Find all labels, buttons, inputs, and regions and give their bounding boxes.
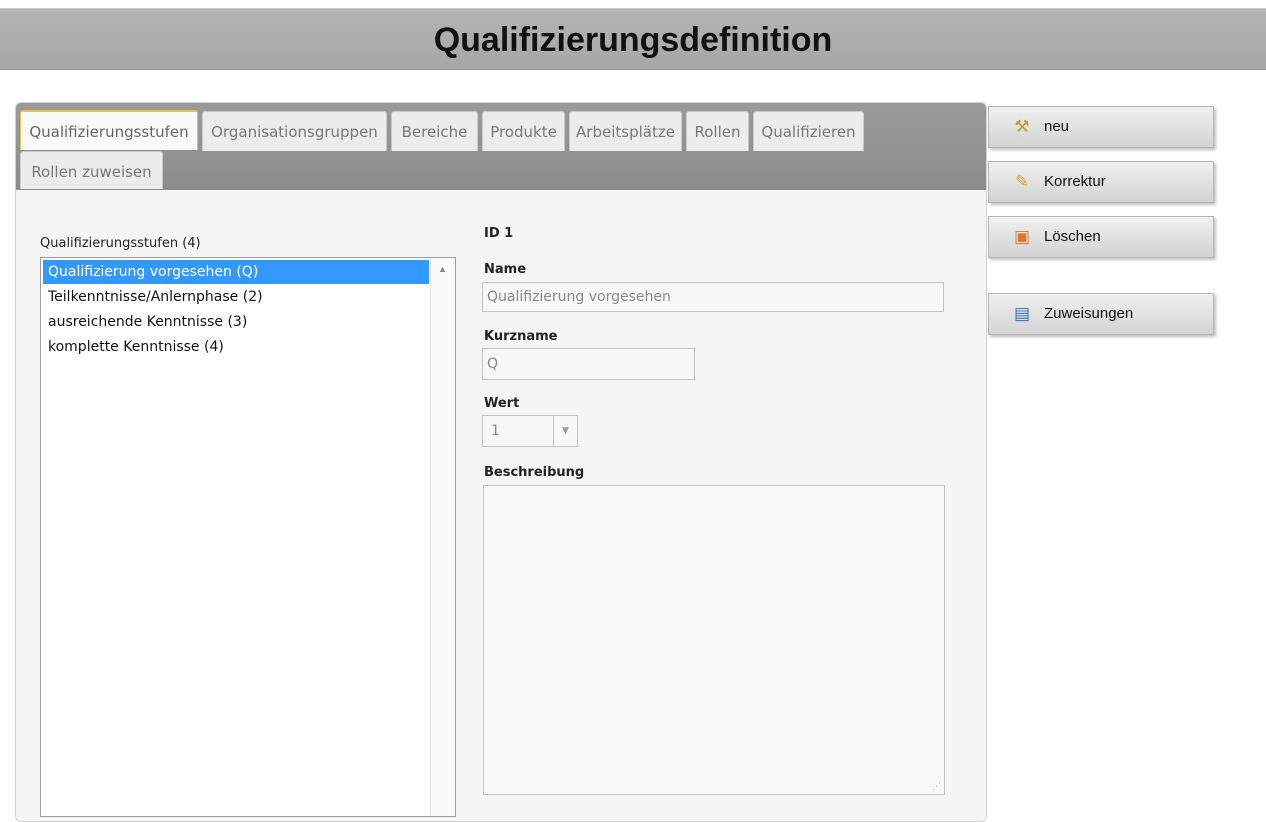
name-label: Name xyxy=(484,262,527,277)
wert-label: Wert xyxy=(484,396,520,411)
name-field[interactable]: Qualifizierung vorgesehen xyxy=(482,282,944,312)
id-label: ID 1 xyxy=(484,226,514,241)
loeschen-button[interactable]: ▣ Löschen xyxy=(988,216,1214,258)
korrektur-button[interactable]: ✎ Korrektur xyxy=(988,161,1214,203)
kurzname-label: Kurzname xyxy=(484,329,558,344)
list-item[interactable]: komplette Kenntnisse (4) xyxy=(43,335,429,359)
korrektur-button-label: Korrektur xyxy=(1044,173,1106,190)
beschreibung-textarea[interactable]: ⋰ xyxy=(483,485,945,795)
book-icon: ▤ xyxy=(1013,304,1031,323)
qualification-level-list[interactable]: Qualifizierung vorgesehen (Q) Teilkenntn… xyxy=(40,257,456,817)
tab-rollen-zuweisen[interactable]: Rollen zuweisen xyxy=(20,151,163,189)
list-item[interactable]: ausreichende Kenntnisse (3) xyxy=(43,310,429,334)
page-title: Qualifizierungsdefinition xyxy=(433,21,833,59)
wert-value: 1 xyxy=(491,423,500,439)
tab-produkte[interactable]: Produkte xyxy=(482,111,565,151)
beschreibung-label: Beschreibung xyxy=(484,465,585,480)
resize-grip-icon[interactable]: ⋰ xyxy=(932,782,941,792)
tab-strip: Qualifizierungsstufen Organisationsgrupp… xyxy=(16,103,986,190)
list-scrollbar[interactable]: ▲ xyxy=(430,258,455,816)
wert-select[interactable]: 1 ▼ xyxy=(482,415,578,447)
magic-wand-icon: ⚒ xyxy=(1014,117,1030,136)
chevron-down-icon[interactable]: ▼ xyxy=(553,416,577,446)
tab-rollen[interactable]: Rollen xyxy=(686,111,749,151)
list-label: Qualifizierungsstufen (4) xyxy=(40,236,201,251)
trash-icon: ▣ xyxy=(1013,227,1031,246)
zuweisungen-button[interactable]: ▤ Zuweisungen xyxy=(988,293,1214,335)
zuweisungen-button-label: Zuweisungen xyxy=(1044,305,1134,322)
neu-button-label: neu xyxy=(1044,118,1070,135)
pencil-icon: ✎ xyxy=(1014,172,1030,191)
loeschen-button-label: Löschen xyxy=(1044,228,1101,245)
tab-qualifizieren[interactable]: Qualifizieren xyxy=(753,111,864,151)
tab-organisationsgruppen[interactable]: Organisationsgruppen xyxy=(202,111,387,151)
tab-qualifizierungsstufen[interactable]: Qualifizierungsstufen xyxy=(20,110,198,150)
tab-arbeitsplaetze[interactable]: Arbeitsplätze xyxy=(569,111,682,151)
tab-bereiche[interactable]: Bereiche xyxy=(391,111,478,151)
title-bar: Qualifizierungsdefinition xyxy=(0,8,1266,70)
kurzname-field[interactable]: Q xyxy=(482,348,695,380)
list-item[interactable]: Qualifizierung vorgesehen (Q) xyxy=(43,260,429,284)
neu-button[interactable]: ⚒ neu xyxy=(988,106,1214,148)
scroll-up-arrow-icon[interactable]: ▲ xyxy=(438,264,447,274)
list-item[interactable]: Teilkenntnisse/Anlernphase (2) xyxy=(43,285,429,309)
